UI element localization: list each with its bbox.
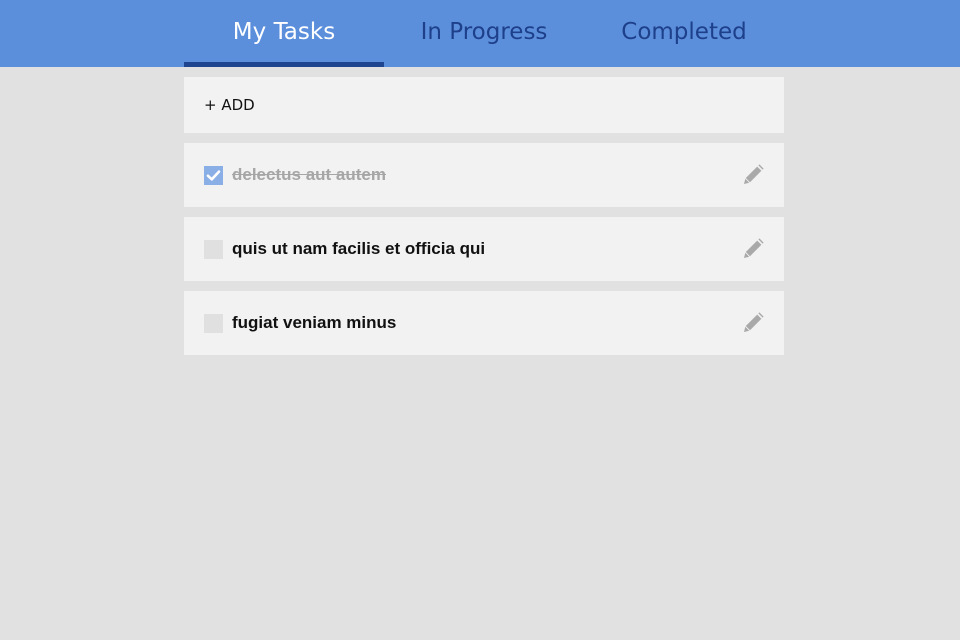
task-label: fugiat veniam minus bbox=[232, 313, 397, 332]
tab-completed[interactable]: Completed bbox=[584, 0, 784, 67]
task-label: quis ut nam facilis et officia qui bbox=[232, 239, 486, 258]
pencil-icon[interactable] bbox=[742, 238, 764, 260]
add-task-button[interactable]: + ADD bbox=[184, 77, 784, 133]
tab-my-tasks[interactable]: My Tasks bbox=[184, 0, 384, 67]
task-list-panel: + ADD delectus aut autem quis ut nam fac… bbox=[184, 77, 784, 365]
task-checkbox[interactable] bbox=[204, 313, 223, 333]
checkmark-icon bbox=[206, 169, 221, 181]
tab-in-progress[interactable]: In Progress bbox=[384, 0, 584, 67]
task-row: fugiat veniam minus bbox=[184, 291, 784, 355]
task-checkbox[interactable] bbox=[204, 165, 223, 185]
pencil-icon[interactable] bbox=[742, 312, 764, 334]
task-checkbox[interactable] bbox=[204, 239, 223, 259]
task-row: delectus aut autem bbox=[184, 143, 784, 207]
task-row: quis ut nam facilis et officia qui bbox=[184, 217, 784, 281]
top-bar: My Tasks In Progress Completed bbox=[0, 0, 960, 67]
task-label: delectus aut autem bbox=[232, 165, 386, 184]
pencil-icon[interactable] bbox=[742, 164, 764, 186]
tab-bar: My Tasks In Progress Completed bbox=[184, 0, 784, 67]
